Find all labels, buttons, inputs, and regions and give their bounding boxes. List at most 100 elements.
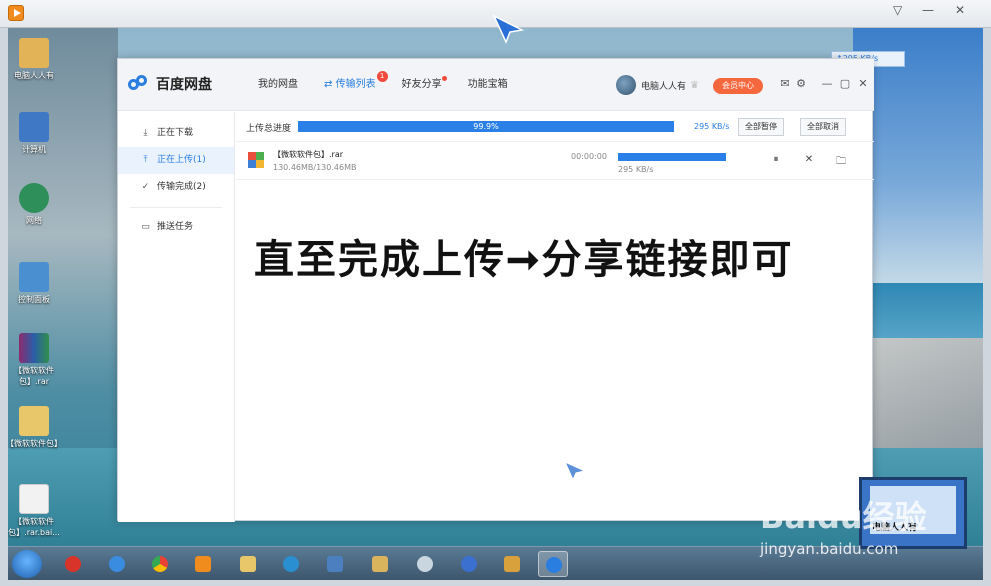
avatar[interactable] (616, 75, 636, 95)
cloud-logo-icon (128, 75, 152, 93)
settings-icon[interactable]: ⚙ (794, 77, 808, 91)
app-icon (283, 556, 299, 572)
desktop-icon-label: 控制面板 (18, 295, 50, 304)
sidebar-item-push-tasks[interactable]: ▭ 推送任务 (118, 214, 234, 241)
chrome-icon (152, 556, 168, 572)
desktop-icon-label: 【微软软件包】.rar.bai... (8, 517, 60, 537)
taskbar-app-9[interactable] (410, 551, 440, 577)
check-circle-icon: ✓ (141, 182, 150, 192)
mail-icon[interactable]: ✉ (778, 77, 792, 91)
folder-open-icon[interactable]: 🗀 (834, 154, 848, 171)
computer-icon (19, 112, 49, 142)
taskbar-app-7[interactable] (320, 551, 350, 577)
taskbar-app-6[interactable] (276, 551, 306, 577)
transfer-main: 上传总进度 99.9% 295 KB/s 全部暂停 全部取消 【微软软件包】.r… (236, 112, 874, 522)
desktop-icon-control-panel[interactable]: 控制面板 (8, 262, 64, 305)
total-speed: 295 KB/s (694, 122, 730, 131)
total-progress-percent: 99.9% (473, 122, 499, 131)
nav-toolbox[interactable]: 功能宝箱 (458, 59, 518, 111)
download-icon: ⤓ (143, 128, 148, 138)
taskbar-ie[interactable] (102, 551, 132, 577)
app-title: 百度网盘 (156, 77, 212, 93)
baidu-jingyan-url: jingyan.baidu.com (760, 540, 899, 558)
file-name: 【微软软件包】.rar (273, 150, 344, 159)
control-panel-icon (19, 262, 49, 292)
baidu-jingyan-logo: Baidu经验 (760, 498, 927, 536)
baidu-netdisk-window: 百度网盘 我的网盘 ⇄ 传输列表 1 好友分享 功能宝箱 电脑人人有 ♛ 会员中… (117, 58, 874, 522)
file-speed: 295 KB/s (618, 165, 654, 174)
taskbar-app-1[interactable] (58, 551, 88, 577)
desktop-icon-label: 【微软软件包】 (8, 439, 62, 448)
vip-center-button[interactable]: 会员中心 (713, 78, 763, 94)
file-icon (19, 484, 49, 514)
nav-label: 好友分享 (401, 79, 442, 90)
taskbar-media[interactable] (188, 551, 218, 577)
desktop-icon-rar[interactable]: 【微软软件包】.rar (8, 333, 64, 387)
nav-badge: 1 (376, 71, 388, 82)
desktop-icon-network[interactable]: 网络 (8, 183, 64, 226)
monitor-icon: ▭ (141, 222, 150, 232)
taskbar-chrome[interactable] (145, 551, 175, 577)
desktop-icon-label: 电脑人人有 (14, 71, 54, 80)
app-icon (417, 556, 433, 572)
sidebar-item-downloading[interactable]: ⤓ 正在下载 (118, 120, 234, 147)
winrar-icon (19, 333, 49, 363)
start-button[interactable] (12, 550, 42, 578)
maximize-window-icon[interactable]: ▢ (838, 77, 852, 91)
sidebar-item-uploading[interactable]: ⤒ 正在上传(1) (118, 147, 234, 174)
taskbar-folder[interactable] (233, 551, 263, 577)
taskbar-paint[interactable] (497, 551, 527, 577)
user-profile[interactable]: 电脑人人有 ♛ (616, 74, 699, 96)
close-icon[interactable]: ✕ (955, 3, 965, 17)
sidebar-item-label: 传输完成(2) (157, 182, 206, 192)
explorer-icon (372, 556, 388, 572)
user-name: 电脑人人有 (641, 81, 687, 92)
file-size: 130.46MB/130.46MB (273, 163, 357, 172)
app-icon (461, 556, 477, 572)
nav-friend-share[interactable]: 好友分享 (392, 59, 452, 111)
transfer-sidebar: ⤓ 正在下载 ⤒ 正在上传(1) ✓ 传输完成(2) ▭ 推送任务 (118, 112, 235, 522)
nav-label: 功能宝箱 (467, 79, 508, 90)
recorder-app-icon[interactable] (8, 5, 24, 21)
desktop-icon-temp-file[interactable]: 【微软软件包】.rar.bai... (8, 484, 64, 538)
nav-label: 传输列表 (335, 79, 376, 90)
globe-icon (19, 183, 49, 213)
total-progress-label: 上传总进度 (246, 124, 292, 134)
baidu-netdisk-icon (546, 557, 562, 573)
desktop-icon-computer[interactable]: 计算机 (8, 112, 64, 155)
folder-icon (240, 556, 256, 572)
taskbar-baidu-netdisk[interactable] (538, 551, 568, 577)
close-window-icon[interactable]: ✕ (856, 77, 870, 91)
app-logo: 百度网盘 (128, 72, 212, 96)
nav-label: 我的网盘 (258, 79, 298, 90)
sidebar-item-label: 推送任务 (157, 222, 194, 232)
folder-icon (19, 406, 49, 436)
taskbar-explorer[interactable] (365, 551, 395, 577)
cancel-all-button[interactable]: 全部取消 (800, 118, 846, 136)
nav-transfer-list[interactable]: ⇄ 传输列表 1 (314, 59, 388, 111)
archive-file-icon (248, 152, 264, 168)
desktop-icon-user[interactable]: 电脑人人有 (8, 38, 64, 81)
desktop-icon-folder[interactable]: 【微软软件包】 (8, 406, 64, 449)
cancel-icon[interactable]: ✕ (802, 154, 816, 165)
minimize-window-icon[interactable]: — (820, 77, 834, 91)
file-progress-bar (618, 153, 726, 161)
taskbar-app-10[interactable] (454, 551, 484, 577)
top-nav: 我的网盘 ⇄ 传输列表 1 好友分享 功能宝箱 (248, 59, 524, 111)
paint-icon (504, 556, 520, 572)
upload-file-row[interactable]: 【微软软件包】.rar 130.46MB/130.46MB 00:00:00 2… (236, 142, 874, 180)
pause-icon[interactable]: ⏸ (769, 154, 783, 165)
time-remaining: 00:00:00 (571, 152, 607, 161)
transfer-arrows-icon: ⇄ (324, 79, 333, 90)
nav-my-disk[interactable]: 我的网盘 (248, 59, 308, 111)
minimize-icon[interactable]: — (922, 3, 934, 17)
sidebar-item-completed[interactable]: ✓ 传输完成(2) (118, 174, 234, 201)
sidebar-divider (130, 207, 222, 208)
dropdown-icon[interactable]: ▽ (893, 3, 902, 17)
total-progress-bar: 99.9% (298, 121, 674, 132)
sidebar-item-label: 正在上传(1) (157, 155, 206, 165)
app-icon (65, 556, 81, 572)
pause-all-button[interactable]: 全部暂停 (738, 118, 784, 136)
instruction-caption: 直至完成上传➞分享链接即可 (254, 236, 794, 283)
upload-icon: ⤒ (143, 155, 148, 165)
